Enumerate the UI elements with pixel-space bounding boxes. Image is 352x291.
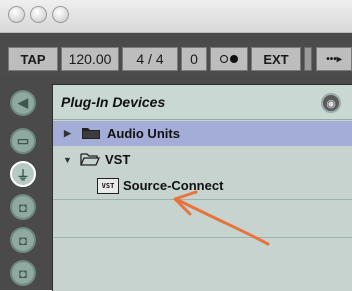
minimize-window-button[interactable] bbox=[30, 6, 47, 23]
tree-item-label: Audio Units bbox=[107, 126, 180, 141]
midi-sync-button[interactable]: •••▸ bbox=[316, 47, 352, 71]
browser-header: Plug-In Devices ◉ bbox=[53, 85, 352, 120]
row-divider bbox=[53, 199, 352, 200]
window-titlebar bbox=[0, 0, 352, 33]
metronome-toggle[interactable] bbox=[210, 47, 248, 71]
ext-label: EXT bbox=[263, 51, 289, 67]
row-divider bbox=[53, 237, 352, 238]
external-sync-button[interactable]: EXT bbox=[251, 47, 301, 71]
file-browser-2-icon[interactable]: ◘ bbox=[10, 227, 36, 253]
groove-field[interactable]: 0 bbox=[181, 47, 207, 71]
vst-plugin-icon: VST bbox=[97, 178, 119, 194]
browser-sidebar: ◀ ▭ ⏚ ◘ ◘ ◘ bbox=[0, 80, 46, 290]
tree-item-vst[interactable]: ▼ VST bbox=[53, 147, 352, 172]
folder-icon bbox=[82, 128, 100, 139]
browser-title: Plug-In Devices bbox=[61, 94, 166, 110]
time-signature-field[interactable]: 4 / 4 bbox=[122, 47, 178, 71]
groove-value: 0 bbox=[190, 51, 198, 67]
expand-triangle-icon[interactable]: ▶ bbox=[64, 128, 71, 139]
plugin-devices-icon[interactable]: ⏚ bbox=[10, 161, 36, 187]
file-browser-1-icon[interactable]: ◘ bbox=[10, 194, 36, 220]
tree-item-audio-units[interactable]: ▶ Audio Units bbox=[53, 121, 352, 146]
tree-item-label: Source-Connect bbox=[123, 178, 224, 193]
hide-browser-icon[interactable]: ◀ bbox=[10, 90, 36, 116]
tree-item-label: VST bbox=[105, 152, 131, 167]
close-window-button[interactable] bbox=[8, 6, 25, 23]
tap-tempo-button[interactable]: TAP bbox=[8, 47, 58, 71]
arrow-right-icon: •••▸ bbox=[326, 53, 342, 65]
zoom-window-button[interactable] bbox=[52, 6, 69, 23]
tempo-field[interactable]: 120.00 bbox=[61, 47, 119, 71]
vst-badge-label: VST bbox=[101, 182, 115, 190]
collapse-triangle-icon[interactable]: ▼ bbox=[63, 155, 72, 165]
time-signature-value: 4 / 4 bbox=[136, 51, 164, 67]
plugin-browser: Plug-In Devices ◉ ▶ Audio Units ▼ VST VS… bbox=[52, 84, 352, 291]
metronome-dot-outline-icon bbox=[220, 55, 228, 63]
tempo-value: 120.00 bbox=[68, 51, 112, 67]
transport-bar: TAP 120.00 4 / 4 0 EXT •••▸ bbox=[0, 40, 352, 76]
file-browser-3-icon[interactable]: ◘ bbox=[10, 260, 36, 286]
live-devices-icon[interactable]: ▭ bbox=[10, 128, 36, 154]
search-icon[interactable]: ◉ bbox=[321, 93, 341, 113]
tree-item-source-connect[interactable]: VST Source-Connect bbox=[53, 173, 352, 198]
open-folder-icon bbox=[80, 153, 100, 166]
tap-label: TAP bbox=[20, 51, 46, 67]
metronome-dot-filled-icon bbox=[230, 55, 238, 63]
sync-indicator bbox=[304, 47, 312, 71]
